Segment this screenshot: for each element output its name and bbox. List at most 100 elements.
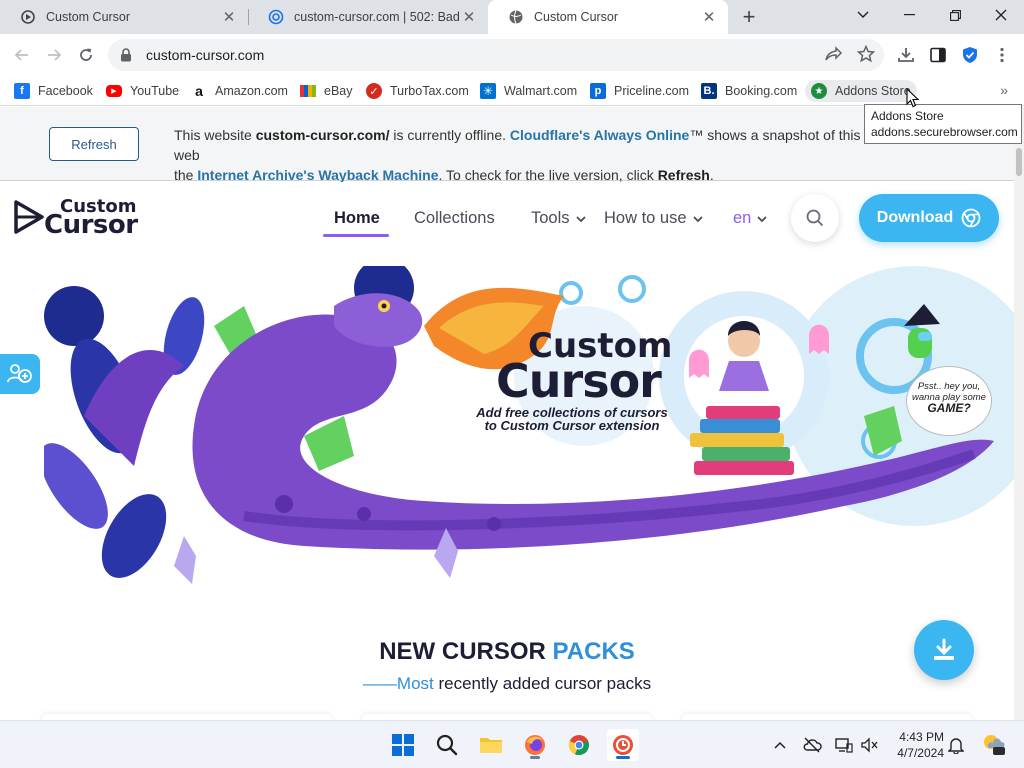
chevron-down-icon	[757, 215, 767, 222]
secure-browser-button[interactable]	[607, 729, 639, 761]
taskbar-search-button[interactable]	[431, 729, 463, 761]
scrollbar-thumb[interactable]	[1016, 148, 1022, 176]
mouse-pointer-icon	[906, 87, 920, 113]
close-tab-icon[interactable]: ✕	[460, 8, 478, 26]
banner-text: This website	[174, 127, 256, 143]
bookmark-facebook[interactable]: f Facebook	[14, 80, 93, 102]
reload-button[interactable]	[74, 43, 98, 67]
tooltip-url: addons.securebrowser.com	[871, 125, 1018, 139]
side-community-widget[interactable]	[0, 354, 40, 394]
system-clock[interactable]: 4:43 PM 4/7/2024	[884, 729, 944, 761]
section-dash: ——	[362, 674, 397, 693]
bookmark-label: eBay	[324, 84, 353, 98]
file-explorer-button[interactable]	[475, 729, 507, 761]
logo-text-bottom: Cursor	[44, 210, 138, 240]
walmart-icon: ✳	[480, 83, 496, 99]
browser-toolbar: custom-cursor.com	[0, 34, 1024, 76]
tab-search-chevron-icon[interactable]	[840, 0, 886, 30]
folder-icon	[480, 738, 502, 753]
bookmark-walmart[interactable]: ✳ Walmart.com	[480, 80, 577, 102]
tab-custom-cursor-1[interactable]: Custom Cursor ✕	[0, 0, 248, 34]
section-title: NEW CURSOR PACKS	[0, 638, 1014, 666]
always-online-link[interactable]: Cloudflare's Always Online	[510, 127, 689, 143]
bookmark-priceline[interactable]: p Priceline.com	[590, 80, 689, 102]
cloud-offline-icon[interactable]	[802, 735, 822, 755]
banner-text: is currently offline.	[389, 127, 510, 143]
offline-banner: Refresh This website custom-cursor.com/ …	[0, 107, 1014, 183]
clock-date: 4/7/2024	[897, 746, 944, 760]
restore-button[interactable]	[932, 0, 978, 30]
nav-collections[interactable]: Collections	[414, 209, 495, 228]
download-button[interactable]: Download	[859, 194, 999, 242]
windows-logo-icon	[392, 734, 414, 756]
tooltip-title: Addons Store	[871, 109, 944, 123]
bookmark-amazon[interactable]: a Amazon.com	[191, 80, 288, 102]
amazon-icon: a	[191, 83, 207, 99]
chrome-button[interactable]	[563, 729, 595, 761]
close-tab-icon[interactable]: ✕	[700, 8, 718, 26]
bubble-line-1: Psst.. hey you,	[917, 381, 981, 392]
more-bookmarks-chevron-icon[interactable]: »	[1000, 82, 1008, 98]
url-text: custom-cursor.com	[146, 47, 265, 63]
close-tab-icon[interactable]: ✕	[220, 8, 238, 26]
secure-browser-shield-icon[interactable]	[958, 43, 982, 67]
back-button[interactable]	[10, 43, 34, 67]
facebook-icon: f	[14, 83, 30, 99]
dragon-hero-illustration	[40, 258, 1014, 584]
download-label: Download	[876, 209, 954, 226]
weather-widget-icon[interactable]	[980, 731, 1006, 757]
nav-home[interactable]: Home	[334, 209, 380, 228]
turbotax-icon: ✓	[366, 83, 382, 99]
site-logo[interactable]: Custom Cursor	[14, 196, 144, 240]
start-button[interactable]	[387, 729, 419, 761]
bookmarks-bar: f Facebook ▶ YouTube a Amazon.com eBay ✓…	[0, 76, 1024, 106]
loading-favicon-icon	[268, 9, 284, 25]
nav-how-to-use[interactable]: How to use	[604, 209, 703, 228]
floating-download-button[interactable]	[914, 620, 974, 680]
site-search-button[interactable]	[791, 194, 839, 242]
hero-subtitle: Add free collections of cursors to Custo…	[452, 406, 692, 432]
bookmark-label: Booking.com	[725, 84, 798, 98]
close-window-button[interactable]	[978, 0, 1024, 30]
side-panel-icon[interactable]	[926, 43, 950, 67]
tab-custom-cursor-active[interactable]: Custom Cursor ✕	[488, 0, 728, 34]
bookmark-star-icon[interactable]	[856, 44, 876, 64]
refresh-button[interactable]: Refresh	[49, 127, 139, 161]
network-icon[interactable]	[834, 735, 854, 755]
share-icon[interactable]	[824, 44, 844, 64]
chrome-icon	[961, 208, 981, 228]
show-hidden-icons-chevron-icon[interactable]	[770, 735, 790, 755]
nav-tools[interactable]: Tools	[531, 209, 586, 228]
banner-refresh-word: Refresh	[657, 167, 710, 183]
tab-title: Custom Cursor	[46, 10, 131, 24]
firefox-button[interactable]	[519, 729, 551, 761]
clock-time: 4:43 PM	[899, 730, 944, 744]
hero-subtitle-line-2: to Custom Cursor extension	[484, 418, 660, 433]
language-selector[interactable]: en	[733, 209, 767, 228]
custom-cursor-favicon-icon	[20, 9, 36, 25]
website-content: Custom Cursor Home Collections Tools How…	[0, 182, 1014, 720]
bookmark-youtube[interactable]: ▶ YouTube	[106, 80, 179, 102]
forward-button[interactable]	[42, 43, 66, 67]
wayback-machine-link[interactable]: Internet Archive's Wayback Machine	[197, 167, 438, 183]
menu-kebab-icon[interactable]	[990, 43, 1014, 67]
downloads-icon[interactable]	[894, 43, 918, 67]
minimize-button[interactable]	[886, 0, 932, 30]
notification-bell-icon[interactable]	[946, 735, 966, 755]
bookmark-ebay[interactable]: eBay	[300, 80, 353, 102]
lock-icon[interactable]	[120, 48, 134, 62]
bookmark-turbotax[interactable]: ✓ TurboTax.com	[366, 80, 469, 102]
new-tab-button[interactable]: +	[737, 4, 761, 29]
page-scrollbar[interactable]	[1014, 107, 1024, 720]
address-bar[interactable]: custom-cursor.com	[108, 39, 884, 71]
volume-muted-icon[interactable]	[859, 735, 879, 755]
bookmark-addons-store[interactable]: ★ Addons Store	[805, 80, 917, 102]
chevron-down-icon	[692, 215, 703, 222]
bookmark-booking[interactable]: B. Booking.com	[701, 80, 797, 102]
banner-text: .	[709, 167, 714, 183]
game-speech-bubble[interactable]: Psst.. hey you, wanna play some GAME?	[906, 366, 992, 436]
bookmark-label: Facebook	[38, 84, 93, 98]
youtube-icon: ▶	[106, 85, 122, 97]
banner-text: the	[174, 167, 198, 183]
tab-bad-gateway[interactable]: custom-cursor.com | 502: Bad ga ✕	[248, 0, 488, 34]
